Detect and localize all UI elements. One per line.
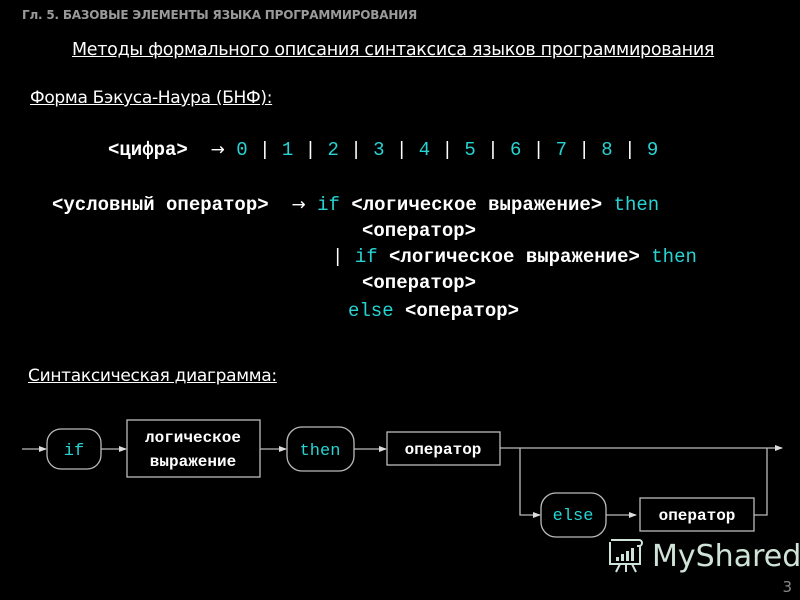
node-logic-expression: логическое выражение — [126, 419, 261, 478]
node-if-label: if — [64, 442, 84, 461]
node-if: if — [46, 428, 102, 470]
edge-branch-else — [519, 448, 541, 518]
watermark-logo[interactable]: MyShared — [606, 536, 800, 576]
node-operator: оператор — [386, 431, 501, 466]
node-logic-label-line-1: логическое — [145, 429, 241, 447]
syntax-diagram: if логическое выражение then оператор el… — [22, 419, 783, 538]
page-number: 3 — [782, 578, 792, 596]
node-then: then — [286, 426, 355, 472]
edge-operator-merge — [754, 448, 768, 516]
watermark-text: MyShared — [652, 538, 800, 574]
node-operator-else: оператор — [639, 497, 755, 532]
node-operator-label: оператор — [405, 441, 482, 459]
node-logic-label-line-2: выражение — [150, 453, 236, 471]
node-then-label: then — [300, 442, 341, 461]
node-else: else — [540, 492, 607, 538]
node-operator-else-label: оператор — [659, 507, 736, 525]
node-else-label: else — [553, 507, 594, 526]
presentation-board-icon — [609, 539, 643, 573]
